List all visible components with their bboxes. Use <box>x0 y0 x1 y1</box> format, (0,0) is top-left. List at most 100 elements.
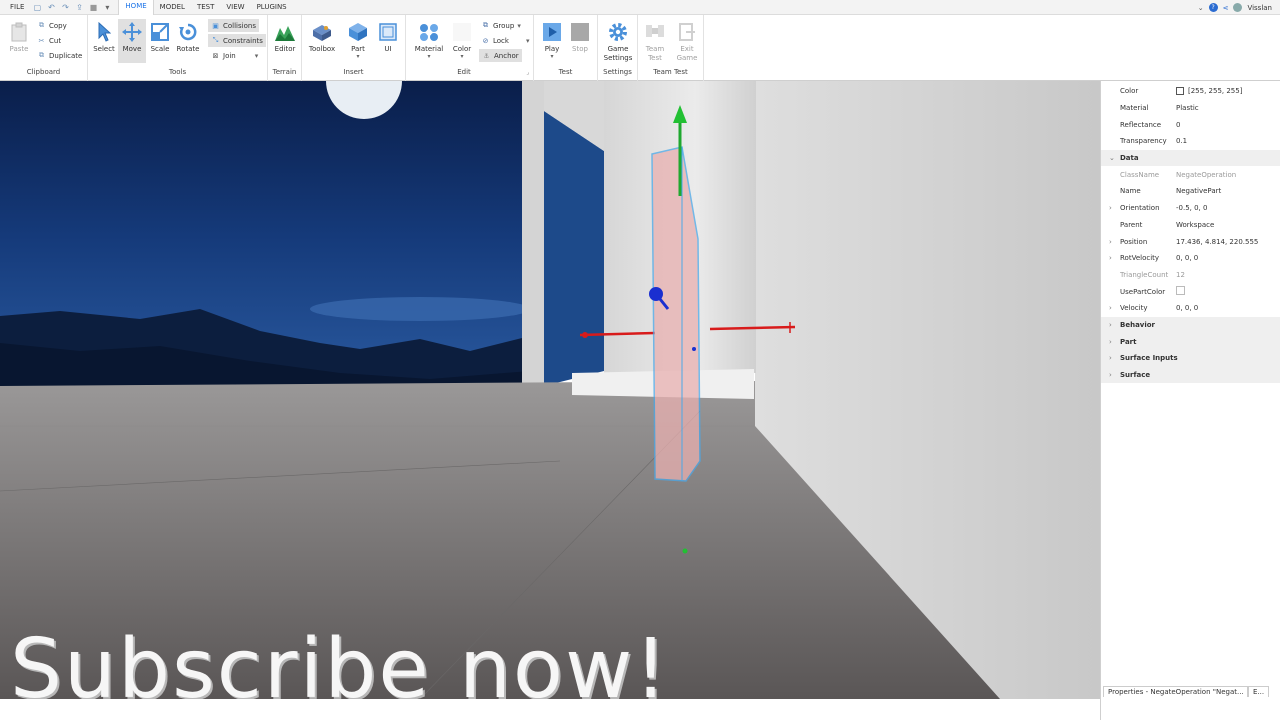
move-handle-x-negative-tip[interactable] <box>582 332 588 338</box>
tab-model[interactable]: MODEL <box>154 0 191 15</box>
property-value[interactable]: 0.1 <box>1176 137 1187 145</box>
property-row-velocity[interactable]: › Velocity 0, 0, 0 <box>1101 300 1280 317</box>
lock-icon: ⊘ <box>482 36 489 45</box>
property-value[interactable]: Plastic <box>1176 104 1199 112</box>
user-avatar-icon[interactable] <box>1233 3 1243 12</box>
paste-button[interactable]: Paste <box>5 19 33 63</box>
exit-game-button[interactable]: Exit Game <box>673 19 701 63</box>
test-group-label: Test <box>558 68 573 76</box>
file-menu[interactable]: FILE <box>0 0 30 15</box>
material-button[interactable]: Material ▾ <box>415 19 443 63</box>
chevron-right-icon[interactable]: › <box>1109 321 1112 329</box>
constraints-toggle[interactable]: ⤡ Constraints <box>208 34 266 47</box>
scale-tool-button[interactable]: Scale <box>146 19 174 63</box>
property-value[interactable]: NegativePart <box>1176 187 1221 195</box>
property-row-reflectance[interactable]: Reflectance 0 <box>1101 116 1280 133</box>
color-button[interactable]: Color ▾ <box>448 19 476 63</box>
property-value[interactable]: 0, 0, 0 <box>1176 304 1198 312</box>
category-surface[interactable]: › Surface <box>1101 366 1280 384</box>
tab-view[interactable]: VIEW <box>220 0 250 15</box>
property-row-rotvelocity[interactable]: › RotVelocity 0, 0, 0 <box>1101 250 1280 267</box>
help-icon[interactable]: ? <box>1208 3 1218 12</box>
property-row-material[interactable]: Material Plastic <box>1101 100 1280 117</box>
property-value-color[interactable]: [255, 255, 255] <box>1176 87 1242 96</box>
chevron-right-icon[interactable]: › <box>1109 354 1112 362</box>
color-dropdown-icon[interactable]: ▾ <box>460 54 463 60</box>
chevron-right-icon[interactable]: › <box>1109 304 1112 312</box>
anchor-button[interactable]: ⚓ Anchor <box>479 49 522 62</box>
play-button[interactable]: Play ▾ <box>538 19 566 63</box>
collapse-ribbon-icon[interactable]: ⌄ <box>1198 4 1204 12</box>
property-value[interactable]: 0 <box>1176 121 1180 129</box>
group-icon: ⧉ <box>483 21 488 29</box>
tab-test[interactable]: TEST <box>191 0 220 15</box>
group-button[interactable]: ⧉ Group ▾ <box>481 19 521 32</box>
stop-square-icon[interactable]: ■ <box>88 2 98 12</box>
toolbox-button[interactable]: Toolbox <box>308 19 336 63</box>
property-value[interactable]: Workspace <box>1176 221 1214 229</box>
tab-explorer[interactable]: E... <box>1248 686 1270 697</box>
copy-button[interactable]: ⧉ Copy <box>37 19 67 32</box>
anchor-icon: ⚓ <box>483 51 490 60</box>
property-row-orientation[interactable]: › Orientation -0.5, 0, 0 <box>1101 200 1280 217</box>
property-value[interactable]: 17.436, 4.814, 220.555 <box>1176 238 1258 246</box>
username[interactable]: Visslan <box>1247 4 1272 12</box>
duplicate-button[interactable]: ⧉ Duplicate <box>37 49 82 62</box>
property-row-usepartcolor[interactable]: UsePartColor <box>1101 283 1280 300</box>
stop-button[interactable]: Stop <box>566 19 594 63</box>
property-row-position[interactable]: › Position 17.436, 4.814, 220.555 <box>1101 233 1280 250</box>
duplicate-icon: ⧉ <box>39 51 44 59</box>
property-row-trianglecount[interactable]: TriangleCount 12 <box>1101 267 1280 284</box>
collisions-toggle[interactable]: ▣ Collisions <box>208 19 259 32</box>
3d-viewport[interactable]: Subscribe now! <box>0 81 1100 699</box>
property-value-checkbox[interactable] <box>1176 286 1185 297</box>
group-dropdown-icon[interactable]: ▾ <box>517 22 521 30</box>
category-part[interactable]: › Part <box>1101 333 1280 350</box>
game-settings-button[interactable]: Game Settings <box>603 19 633 63</box>
tab-home[interactable]: HOME <box>118 0 154 15</box>
chevron-right-icon[interactable]: › <box>1109 371 1112 379</box>
chevron-right-icon[interactable]: › <box>1109 204 1112 212</box>
share-icon[interactable]: ⋖ <box>1223 4 1229 12</box>
chevron-right-icon[interactable]: › <box>1109 338 1112 346</box>
tab-properties[interactable]: Properties - NegateOperation "Negat... <box>1103 686 1248 697</box>
rotate-tool-button[interactable]: Rotate <box>174 19 202 63</box>
ui-button[interactable]: UI <box>374 19 402 63</box>
edit-group-expand-icon[interactable]: ⌟ <box>526 69 529 76</box>
join-button[interactable]: ⊠ Join ▾ <box>211 49 259 62</box>
property-row-transparency[interactable]: Transparency 0.1 <box>1101 133 1280 150</box>
terrain-editor-button[interactable]: Editor <box>271 19 299 63</box>
new-file-icon[interactable]: ▢ <box>32 2 42 12</box>
cut-button[interactable]: ✂ Cut <box>37 34 62 47</box>
quick-access-dropdown-icon[interactable]: ▾ <box>102 2 112 12</box>
chevron-right-icon[interactable]: › <box>1109 238 1112 246</box>
use-part-color-checkbox[interactable] <box>1176 286 1185 296</box>
move-handle-z-tip[interactable] <box>649 287 663 301</box>
team-test-button[interactable]: Team Test <box>641 19 669 63</box>
tab-plugins[interactable]: PLUGINS <box>251 0 293 15</box>
part-dropdown-icon[interactable]: ▾ <box>356 54 359 60</box>
redo-icon[interactable]: ↷ <box>60 2 70 12</box>
chevron-right-icon[interactable]: › <box>1109 254 1112 262</box>
property-row-color[interactable]: Color [255, 255, 255] <box>1101 83 1280 100</box>
part-button[interactable]: Part ▾ <box>344 19 372 63</box>
select-tool-button[interactable]: Select <box>90 19 118 63</box>
category-data[interactable]: ⌄ Data <box>1101 149 1280 167</box>
material-dropdown-icon[interactable]: ▾ <box>427 54 430 60</box>
category-behavior[interactable]: › Behavior <box>1101 316 1280 334</box>
category-surface-inputs[interactable]: › Surface Inputs <box>1101 350 1280 367</box>
property-value[interactable]: -0.5, 0, 0 <box>1176 204 1207 212</box>
play-dropdown-icon[interactable]: ▾ <box>550 54 553 60</box>
property-value[interactable]: 0, 0, 0 <box>1176 254 1198 262</box>
move-tool-button[interactable]: Move <box>118 19 146 63</box>
property-row-parent[interactable]: Parent Workspace <box>1101 217 1280 234</box>
chevron-down-icon[interactable]: ⌄ <box>1109 154 1115 162</box>
property-row-classname[interactable]: ClassName NegateOperation <box>1101 166 1280 183</box>
lock-dropdown-icon[interactable]: ▾ <box>526 37 530 45</box>
publish-icon[interactable]: ⇪ <box>74 2 84 12</box>
undo-icon[interactable]: ↶ <box>46 2 56 12</box>
color-swatch[interactable] <box>1176 87 1184 96</box>
join-dropdown-icon[interactable]: ▾ <box>255 52 259 60</box>
property-row-name[interactable]: Name NegativePart <box>1101 183 1280 200</box>
lock-button[interactable]: ⊘ Lock ▾ <box>481 34 530 47</box>
